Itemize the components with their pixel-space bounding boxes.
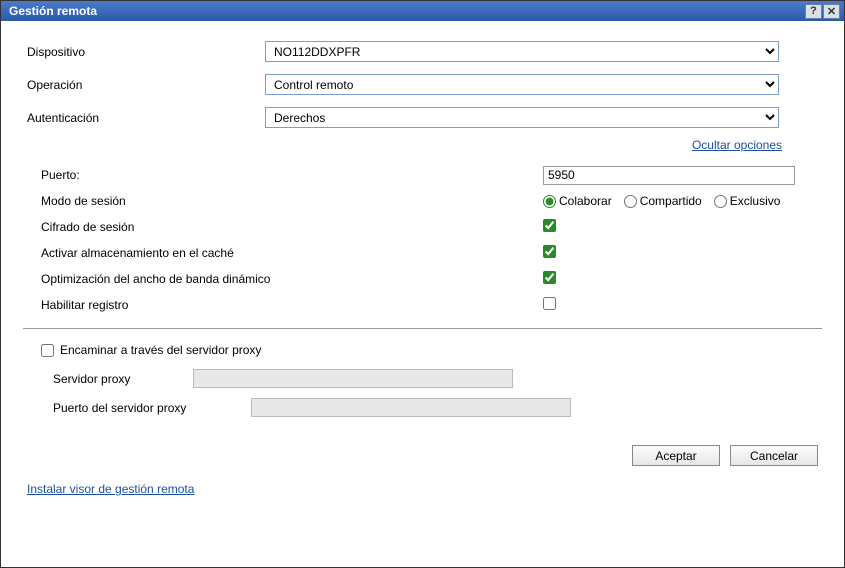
proxy-route-row: Encaminar a través del servidor proxy [23, 343, 822, 357]
proxy-port-label: Puerto del servidor proxy [53, 401, 251, 415]
enable-caching-checkbox[interactable] [543, 245, 556, 258]
radio-collaborate-item[interactable]: Colaborar [543, 194, 612, 208]
session-mode-row: Modo de sesión Colaborar Compartido [23, 188, 822, 214]
proxy-server-label: Servidor proxy [53, 372, 193, 386]
radio-shared[interactable] [624, 195, 637, 208]
radio-exclusive[interactable] [714, 195, 727, 208]
port-row: Puerto: [23, 162, 822, 188]
radio-collaborate-label: Colaborar [559, 194, 612, 208]
session-mode-radiogroup: Colaborar Compartido Exclusivo [543, 194, 822, 208]
proxy-server-input [193, 369, 513, 388]
port-input[interactable] [543, 166, 795, 185]
dialog-content: Dispositivo NO112DDXPFR Operación Contro… [1, 21, 844, 567]
device-select[interactable]: NO112DDXPFR [265, 41, 779, 62]
close-icon[interactable]: ✕ [823, 4, 840, 19]
dynamic-bw-row: Optimización del ancho de banda dinámico [23, 266, 822, 292]
hide-options-row: Ocultar opciones [23, 138, 822, 152]
enable-caching-label: Activar almacenamiento en el caché [23, 246, 543, 260]
footer-buttons: Aceptar Cancelar [23, 445, 822, 466]
accept-button[interactable]: Aceptar [632, 445, 720, 466]
operation-label: Operación [23, 78, 265, 92]
auth-label: Autenticación [23, 111, 265, 125]
help-icon[interactable]: ? [805, 4, 822, 19]
cancel-button[interactable]: Cancelar [730, 445, 818, 466]
device-row: Dispositivo NO112DDXPFR [23, 41, 822, 62]
operation-row: Operación Control remoto [23, 74, 822, 95]
dialog-window: Gestión remota ? ✕ Dispositivo NO112DDXP… [0, 0, 845, 568]
enable-logging-row: Habilitar registro [23, 292, 822, 318]
session-mode-label: Modo de sesión [23, 194, 543, 208]
titlebar: Gestión remota ? ✕ [1, 1, 844, 21]
install-link-row: Instalar visor de gestión remota [23, 482, 822, 496]
dynamic-bw-checkbox[interactable] [543, 271, 556, 284]
enable-caching-row: Activar almacenamiento en el caché [23, 240, 822, 266]
dynamic-bw-label: Optimización del ancho de banda dinámico [23, 272, 543, 286]
port-label: Puerto: [23, 168, 543, 182]
proxy-port-input [251, 398, 571, 417]
options-panel: Puerto: Modo de sesión Colaborar [23, 162, 822, 427]
auth-select[interactable]: Derechos [265, 107, 779, 128]
proxy-route-label: Encaminar a través del servidor proxy [60, 343, 261, 357]
session-encryption-label: Cifrado de sesión [23, 220, 543, 234]
proxy-route-checkbox[interactable] [41, 344, 54, 357]
enable-logging-label: Habilitar registro [23, 298, 543, 312]
radio-exclusive-label: Exclusivo [730, 194, 781, 208]
session-encryption-checkbox[interactable] [543, 219, 556, 232]
enable-logging-checkbox[interactable] [543, 297, 556, 310]
radio-shared-label: Compartido [640, 194, 702, 208]
auth-row: Autenticación Derechos [23, 107, 822, 128]
operation-select[interactable]: Control remoto [265, 74, 779, 95]
radio-collaborate[interactable] [543, 195, 556, 208]
proxy-server-row: Servidor proxy [23, 369, 822, 388]
proxy-port-row: Puerto del servidor proxy [23, 398, 822, 417]
radio-exclusive-item[interactable]: Exclusivo [714, 194, 781, 208]
session-encryption-row: Cifrado de sesión [23, 214, 822, 240]
radio-shared-item[interactable]: Compartido [624, 194, 702, 208]
hide-options-link[interactable]: Ocultar opciones [692, 138, 782, 152]
install-viewer-link[interactable]: Instalar visor de gestión remota [27, 482, 194, 496]
window-title: Gestión remota [9, 4, 97, 18]
device-label: Dispositivo [23, 45, 265, 59]
separator [23, 328, 822, 329]
titlebar-buttons: ? ✕ [804, 4, 840, 19]
